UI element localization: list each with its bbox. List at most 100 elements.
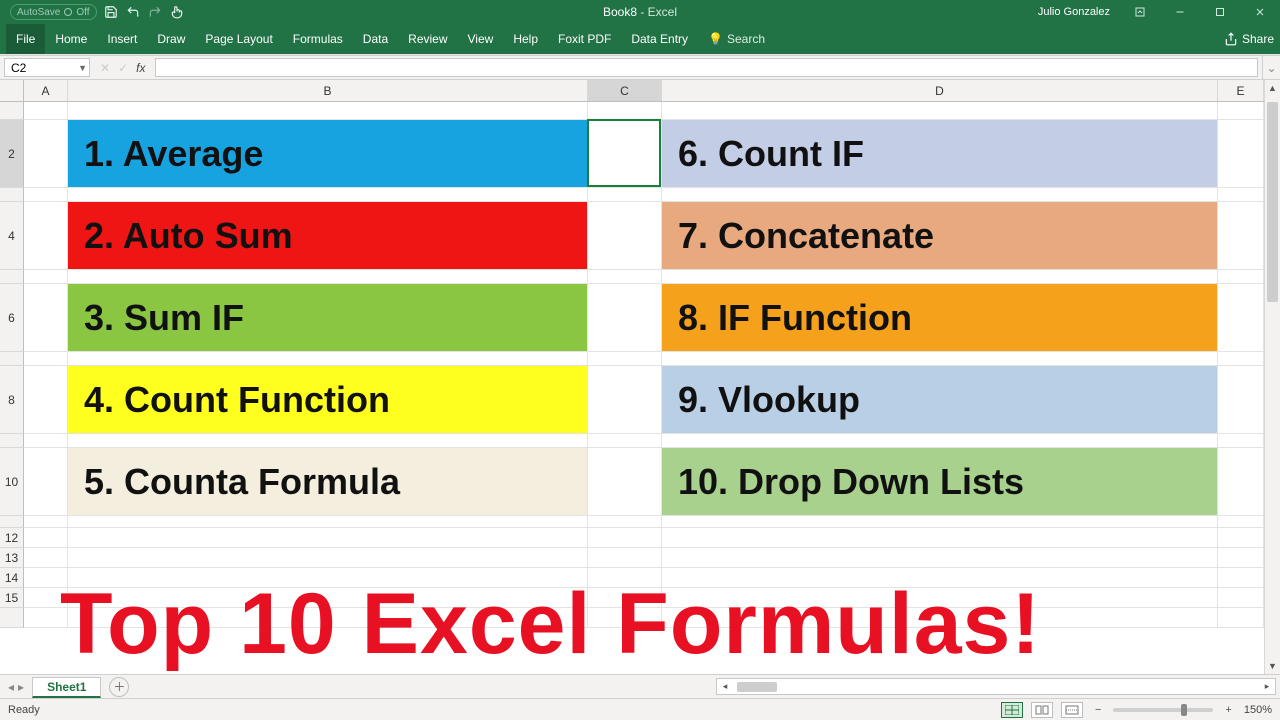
cell[interactable]: 10. Drop Down Lists — [662, 448, 1218, 516]
cell[interactable] — [662, 352, 1218, 366]
cell[interactable] — [1218, 102, 1264, 120]
cell[interactable] — [68, 188, 588, 202]
cell[interactable] — [1218, 448, 1264, 516]
cell[interactable] — [588, 548, 662, 568]
cell[interactable] — [24, 448, 68, 516]
ribbon-tab-help[interactable]: Help — [503, 24, 548, 54]
row-header-15[interactable]: 15 — [0, 588, 24, 608]
zoom-out-button[interactable]: − — [1091, 704, 1105, 716]
cell[interactable]: 6. Count IF — [662, 120, 1218, 188]
cell[interactable] — [24, 120, 68, 188]
cell[interactable] — [588, 588, 662, 608]
cell[interactable] — [1218, 548, 1264, 568]
cell[interactable] — [68, 588, 588, 608]
cell[interactable] — [662, 568, 1218, 588]
cell[interactable] — [1218, 516, 1264, 528]
cell[interactable] — [588, 284, 662, 352]
vertical-scrollbar[interactable]: ▲ ▼ — [1264, 80, 1280, 674]
redo-icon[interactable] — [147, 4, 163, 20]
row-header-10[interactable]: 10 — [0, 448, 24, 516]
ribbon-tab-page-layout[interactable]: Page Layout — [195, 24, 282, 54]
row-header[interactable] — [0, 434, 24, 448]
cell[interactable] — [24, 588, 68, 608]
view-page-break-icon[interactable] — [1061, 702, 1083, 718]
cell[interactable] — [68, 270, 588, 284]
cell[interactable] — [24, 270, 68, 284]
cell[interactable] — [662, 516, 1218, 528]
insert-function-button[interactable]: fx — [136, 61, 145, 75]
list-item[interactable]: 9. Vlookup — [662, 366, 1217, 433]
cell[interactable] — [588, 434, 662, 448]
zoom-slider-knob[interactable] — [1181, 704, 1187, 716]
maximize-icon[interactable] — [1200, 0, 1240, 24]
hscroll-left-icon[interactable]: ◂ — [717, 681, 733, 692]
cell[interactable] — [68, 352, 588, 366]
formula-input[interactable] — [155, 58, 1258, 77]
ribbon-tab-data-entry[interactable]: Data Entry — [621, 24, 698, 54]
undo-icon[interactable] — [125, 4, 141, 20]
cell[interactable] — [1218, 608, 1264, 628]
list-item[interactable]: 3. Sum IF — [68, 284, 587, 351]
cell[interactable] — [588, 120, 662, 188]
sheet-nav-next-icon[interactable]: ▸ — [18, 680, 24, 694]
ribbon-tab-formulas[interactable]: Formulas — [283, 24, 353, 54]
view-normal-icon[interactable] — [1001, 702, 1023, 718]
cell[interactable] — [662, 588, 1218, 608]
ribbon-tab-file[interactable]: File — [6, 24, 45, 54]
ribbon-tab-data[interactable]: Data — [353, 24, 398, 54]
row-header[interactable] — [0, 352, 24, 366]
cell[interactable] — [24, 102, 68, 120]
row-header-13[interactable]: 13 — [0, 548, 24, 568]
row-header-2[interactable]: 2 — [0, 120, 24, 188]
list-item[interactable]: 8. IF Function — [662, 284, 1217, 351]
cell[interactable] — [68, 608, 588, 628]
column-header-B[interactable]: B — [68, 80, 588, 101]
minimize-icon[interactable] — [1160, 0, 1200, 24]
list-item[interactable]: 10. Drop Down Lists — [662, 448, 1217, 515]
cell[interactable]: 7. Concatenate — [662, 202, 1218, 270]
horizontal-scrollbar[interactable]: ◂ ▸ — [716, 678, 1276, 695]
cell[interactable] — [1218, 434, 1264, 448]
list-item[interactable]: 7. Concatenate — [662, 202, 1217, 269]
list-item[interactable]: 4. Count Function — [68, 366, 587, 433]
vertical-scroll-thumb[interactable] — [1267, 102, 1278, 302]
ribbon-tab-insert[interactable]: Insert — [97, 24, 147, 54]
cell[interactable] — [588, 102, 662, 120]
cell[interactable]: 2. Auto Sum — [68, 202, 588, 270]
cell[interactable] — [662, 270, 1218, 284]
ribbon-tab-review[interactable]: Review — [398, 24, 457, 54]
ribbon-options-icon[interactable] — [1120, 0, 1160, 24]
row-header-4[interactable]: 4 — [0, 202, 24, 270]
ribbon-tab-foxit-pdf[interactable]: Foxit PDF — [548, 24, 621, 54]
autosave-toggle[interactable]: AutoSave Off — [10, 4, 97, 20]
cell[interactable] — [24, 528, 68, 548]
cell[interactable] — [588, 352, 662, 366]
cell[interactable] — [662, 434, 1218, 448]
cell[interactable] — [588, 202, 662, 270]
ribbon-tab-view[interactable]: View — [458, 24, 504, 54]
column-header-E[interactable]: E — [1218, 80, 1264, 101]
cell[interactable] — [24, 548, 68, 568]
save-icon[interactable] — [103, 4, 119, 20]
cell[interactable] — [588, 528, 662, 548]
cell[interactable] — [24, 352, 68, 366]
cell[interactable] — [1218, 568, 1264, 588]
cell[interactable] — [1218, 188, 1264, 202]
cell[interactable] — [588, 188, 662, 202]
cell[interactable] — [1218, 202, 1264, 270]
cell[interactable] — [1218, 528, 1264, 548]
cell[interactable] — [1218, 284, 1264, 352]
cell[interactable]: 5. Counta Formula — [68, 448, 588, 516]
cell[interactable] — [662, 528, 1218, 548]
ribbon-tab-draw[interactable]: Draw — [147, 24, 195, 54]
cell[interactable] — [68, 548, 588, 568]
list-item[interactable]: 5. Counta Formula — [68, 448, 587, 515]
grid-body[interactable]: 21. Average6. Count IF42. Auto Sum7. Con… — [0, 102, 1264, 674]
cell[interactable] — [588, 516, 662, 528]
cell[interactable] — [662, 188, 1218, 202]
cell[interactable] — [24, 516, 68, 528]
name-box[interactable]: C2 ▼ — [4, 58, 90, 77]
cell[interactable] — [24, 188, 68, 202]
select-all-corner[interactable] — [0, 80, 24, 101]
zoom-in-button[interactable]: + — [1221, 704, 1235, 716]
